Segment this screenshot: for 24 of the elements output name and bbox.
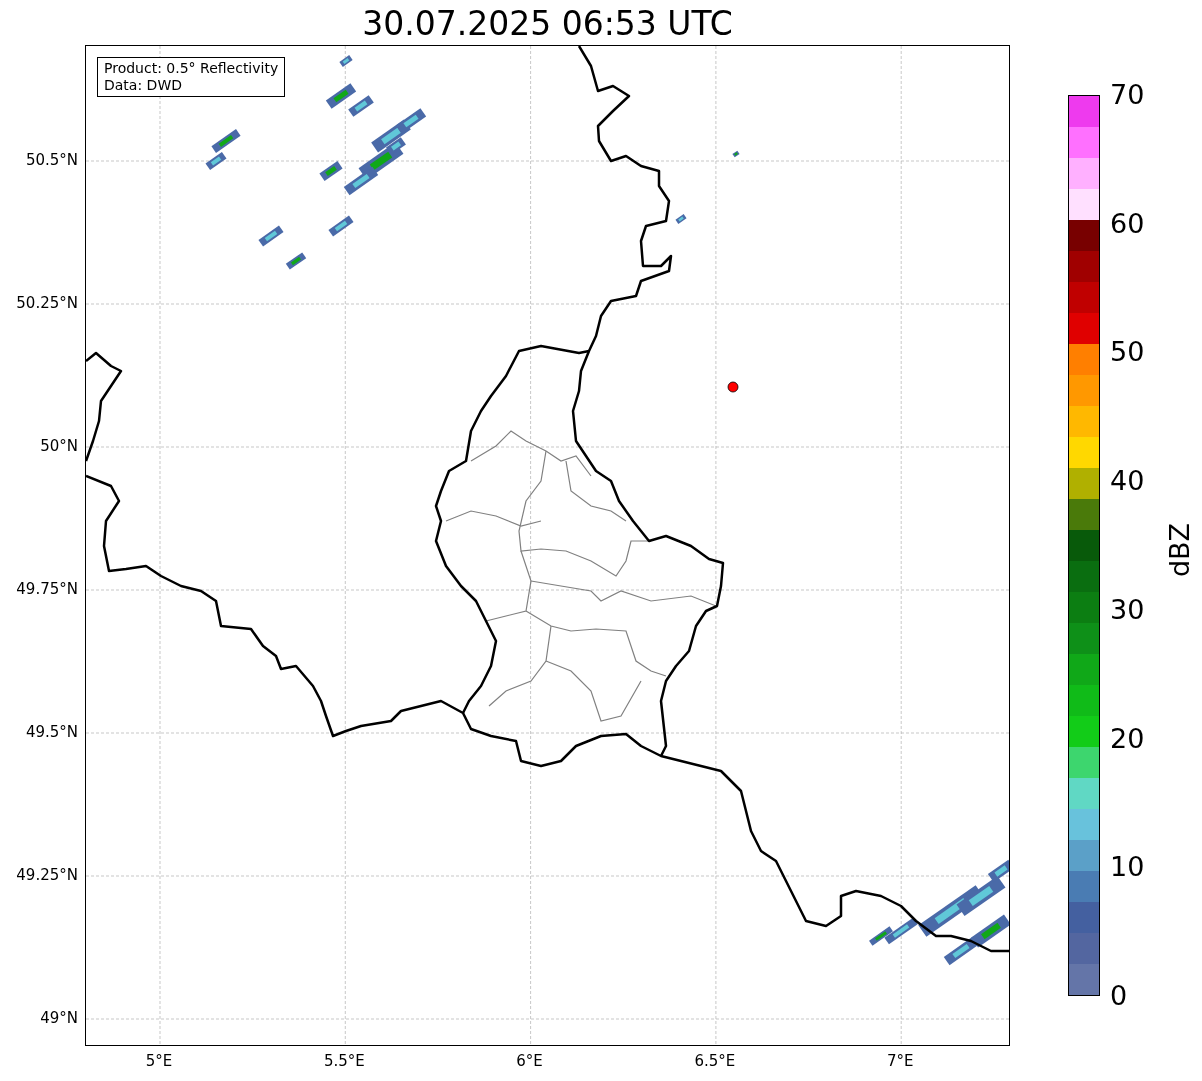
- annotation-text: Product: 0.5° Reflectivity: [104, 60, 279, 77]
- latitude-label: 49.5°N: [25, 723, 78, 741]
- colorbar-tick-label: 30: [1110, 594, 1145, 625]
- chart-title: 30.07.2025 06:53 UTC: [361, 4, 734, 44]
- longitude-label: 7°E: [885, 1052, 915, 1070]
- colorbar-tick-label: 20: [1110, 723, 1145, 754]
- longitude-label: 5°E: [144, 1052, 174, 1070]
- latitude-label: 50.5°N: [25, 151, 78, 169]
- annotation-text: Data: DWD: [104, 77, 183, 94]
- colorbar-tick-label: 10: [1110, 852, 1145, 883]
- colorbar-tick-label: 0: [1110, 980, 1128, 1011]
- latitude-label: 49.25°N: [16, 866, 78, 884]
- colorbar-tick-label: 70: [1110, 80, 1145, 110]
- latitude-label: 50°N: [40, 437, 78, 455]
- colorbar-tick-label: 40: [1110, 466, 1145, 497]
- longitude-label: 6°E: [515, 1052, 544, 1070]
- longitude-label: 6.5°E: [693, 1052, 737, 1070]
- latitude-label: 49°N: [40, 1009, 78, 1027]
- colorbar-tick-label: 50: [1110, 337, 1145, 368]
- latitude-label: 50.25°N: [16, 294, 78, 312]
- colorbar-tick-label: 60: [1110, 208, 1145, 239]
- latitude-label: 49.75°N: [16, 580, 78, 598]
- colorbar-label: dBZ: [1165, 522, 1195, 578]
- longitude-label: 5.5°E: [322, 1052, 366, 1070]
